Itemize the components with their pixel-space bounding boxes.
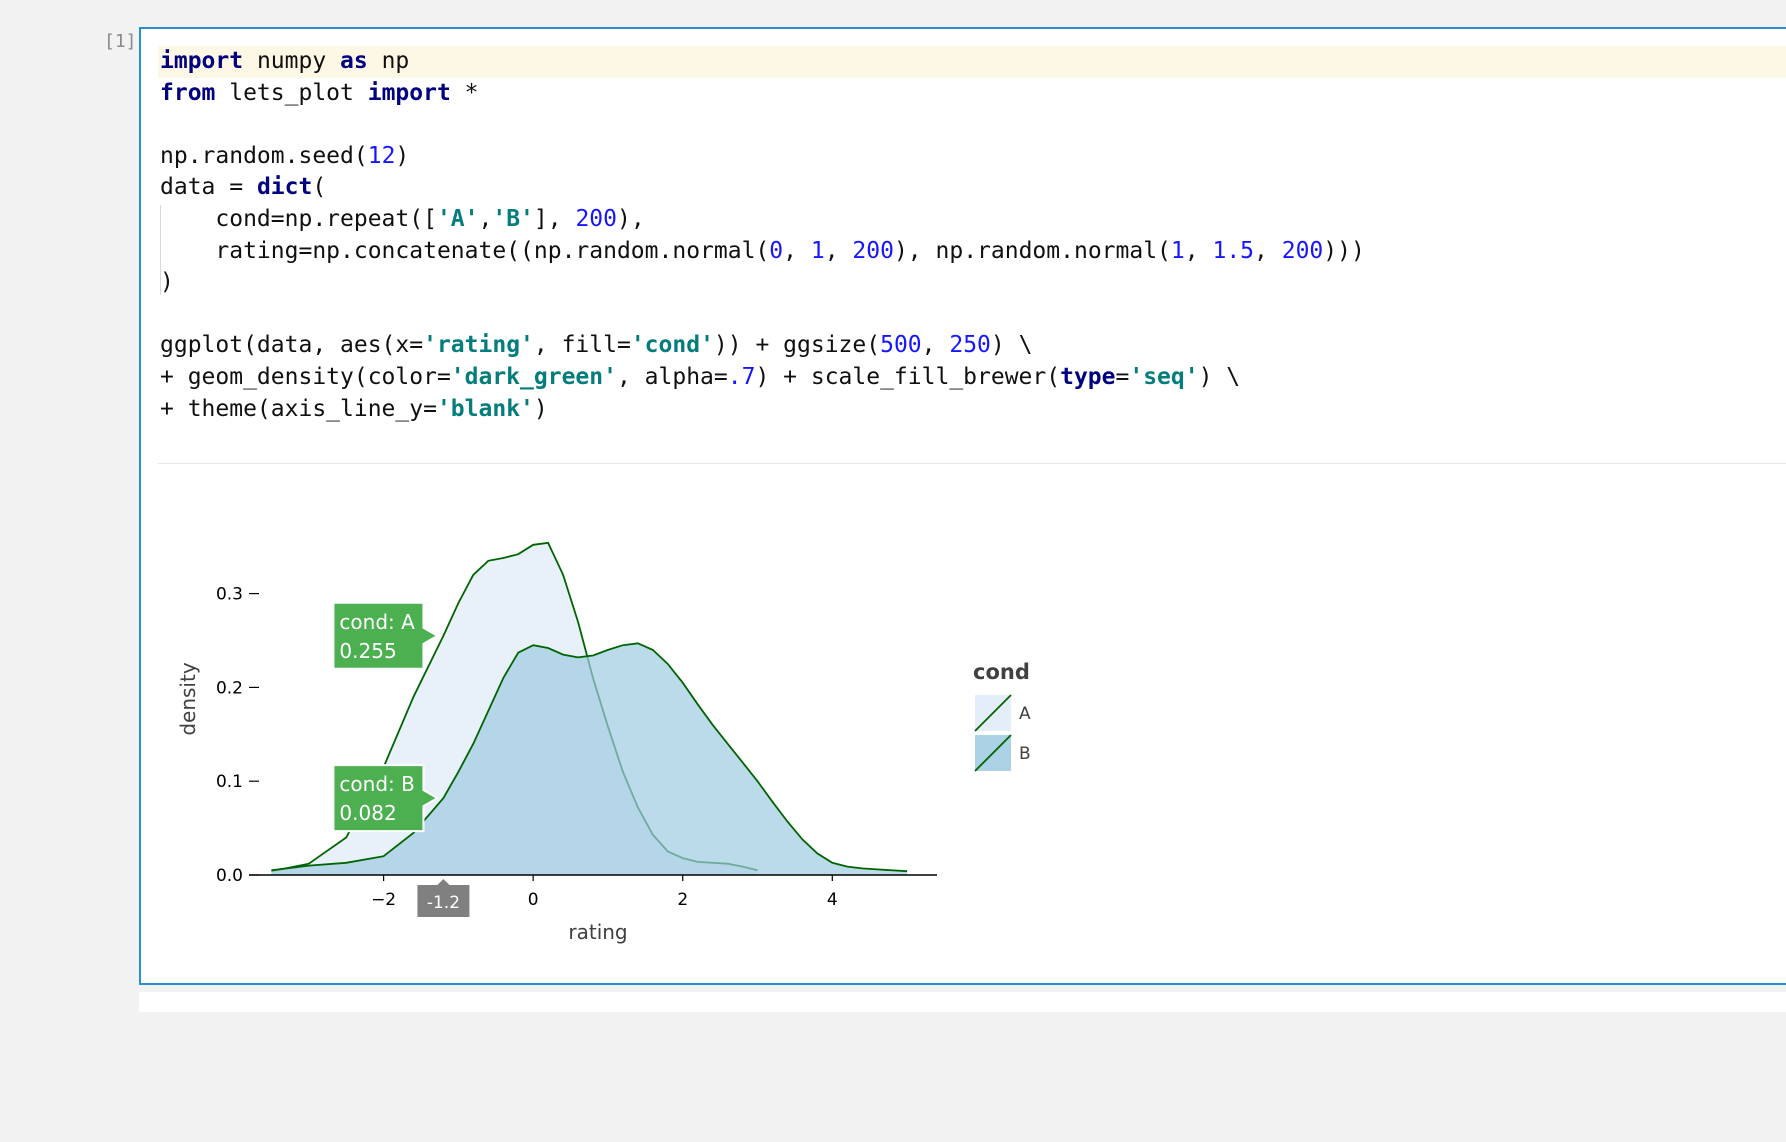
tooltip-label: cond: A xyxy=(339,610,415,634)
y-tick-label: 0.1 xyxy=(216,772,243,792)
tooltip-label: cond: B xyxy=(339,772,414,796)
crosshair-label-text: -1.2 xyxy=(427,893,460,913)
x-axis-title: rating xyxy=(568,920,627,944)
x-axis: −2 0 2 4 xyxy=(249,874,937,910)
legend: cond AB xyxy=(973,660,1031,772)
legend-label: A xyxy=(1019,704,1031,724)
legend-item-a: A xyxy=(974,694,1031,732)
x-tick-label: 2 xyxy=(677,890,688,910)
next-cell-edge xyxy=(139,992,1786,1012)
legend-label: B xyxy=(1019,744,1031,764)
x-tick-label: −2 xyxy=(371,890,396,910)
legend-item-b: B xyxy=(974,734,1031,772)
legend-title: cond xyxy=(973,660,1030,684)
tooltip-value: 0.255 xyxy=(339,639,396,663)
tooltip-value: 0.082 xyxy=(339,801,396,825)
y-tick-label: 0.3 xyxy=(216,585,243,605)
notebook-cell[interactable]: import numpy as np from lets_plot import … xyxy=(139,27,1786,985)
tooltip-cond-a: cond: A 0.255 xyxy=(332,601,440,670)
x-tick-label: 0 xyxy=(528,890,539,910)
y-axis-title: density xyxy=(176,662,200,735)
crosshair-x-label: -1.2 xyxy=(417,879,470,917)
y-axis: 0.0 0.1 0.2 0.3 xyxy=(216,585,259,886)
tooltip-cond-b: cond: B 0.082 xyxy=(332,764,440,833)
density-plot[interactable]: −2 0 2 4 0.0 0.1 0.2 0.3 rating density cond: … xyxy=(141,29,1786,983)
y-tick-label: 0.2 xyxy=(216,678,243,698)
y-tick-label: 0.0 xyxy=(216,866,243,886)
x-tick-label: 4 xyxy=(827,890,838,910)
cell-prompt: [1] xyxy=(104,31,137,52)
